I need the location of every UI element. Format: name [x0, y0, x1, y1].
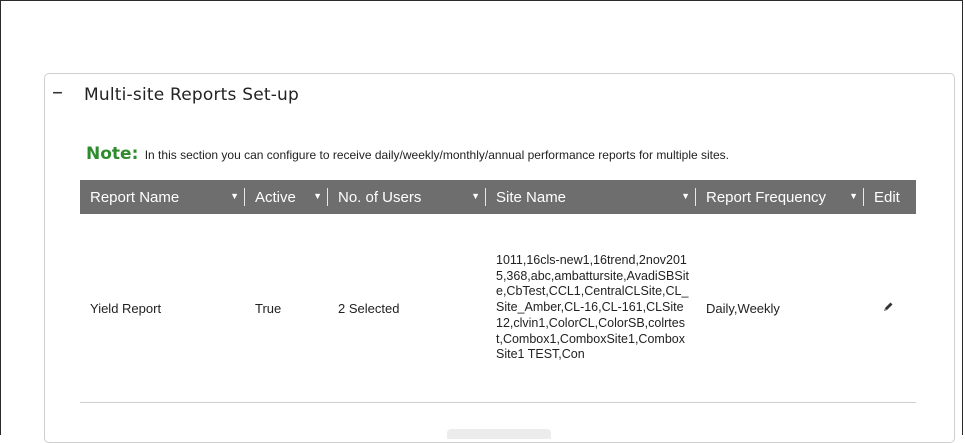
horizontal-scrollbar-thumb[interactable] — [447, 429, 551, 439]
collapse-toggle[interactable]: – — [52, 82, 63, 104]
sort-down-icon[interactable]: ▼ — [471, 191, 480, 201]
sort-down-icon[interactable]: ▼ — [230, 191, 239, 201]
column-header-edit: Edit — [874, 188, 900, 206]
column-header-report-name[interactable]: Report Name ▼ — [80, 180, 245, 214]
table-row[interactable]: Yield Report True 2 Selected 1011,16cls-… — [80, 214, 916, 403]
column-header-site-name[interactable]: Site Name ▼ — [486, 180, 696, 214]
cell-no-of-users: 2 Selected — [338, 300, 400, 316]
cell-edit — [864, 301, 916, 316]
reports-table: Report Name ▼ Active ▼ No. of Users ▼ Si… — [80, 180, 916, 403]
pencil-icon[interactable] — [882, 301, 894, 316]
cell-site-name: 1011,16cls-new1,16trend,2nov2015,368,abc… — [496, 253, 689, 362]
cell-active: True — [255, 300, 282, 316]
note-text: In this section you can configure to rec… — [144, 148, 730, 162]
sort-down-icon[interactable]: ▼ — [313, 191, 322, 201]
column-header-no-of-users[interactable]: No. of Users ▼ — [328, 180, 486, 214]
sort-down-icon[interactable]: ▼ — [681, 191, 690, 201]
cell-report-frequency: Daily,Weekly — [706, 300, 780, 316]
sort-down-icon[interactable]: ▼ — [849, 191, 858, 201]
table-body: Yield Report True 2 Selected 1011,16cls-… — [80, 214, 916, 403]
column-header-active[interactable]: Active ▼ — [245, 180, 328, 214]
cell-report-name: Yield Report — [90, 300, 162, 316]
note-label: Note: — [86, 144, 139, 164]
column-header-report-frequency[interactable]: Report Frequency ▼ — [696, 180, 864, 214]
note: Note: In this section you can configure … — [86, 144, 729, 164]
table-header: Report Name ▼ Active ▼ No. of Users ▼ Si… — [80, 180, 916, 214]
section-title: Multi-site Reports Set-up — [84, 85, 300, 105]
